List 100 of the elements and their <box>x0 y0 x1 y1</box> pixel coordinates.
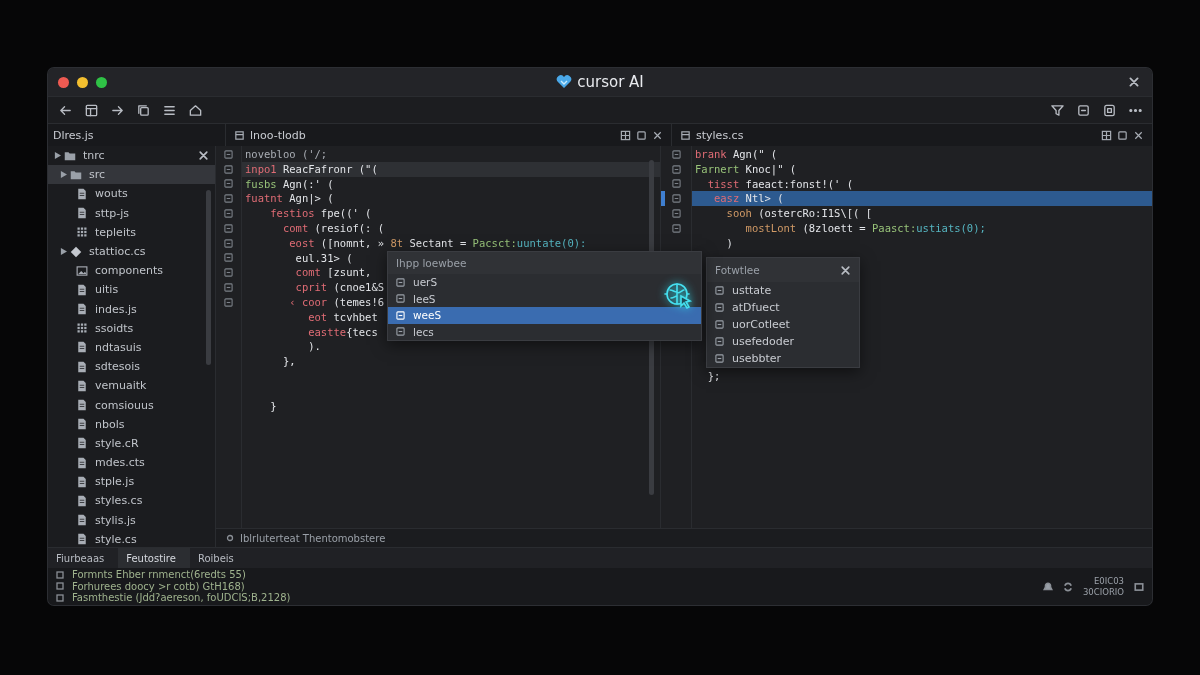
square-icon <box>715 303 724 312</box>
output-line: Fasmthestie (Jdd?aereson, foUDCIS;B,2128) <box>72 592 291 604</box>
code-line: eost ([nomnt, » 8t Sectant = Pacsct:uuntate(0): <box>288 236 587 249</box>
status-text: E0IC03 <box>1092 575 1124 587</box>
square-icon[interactable] <box>1134 581 1144 592</box>
tree-item-label: indes.js <box>95 302 137 316</box>
grid-icon <box>76 226 88 239</box>
close-icon[interactable] <box>198 150 209 162</box>
split-icon[interactable] <box>1101 129 1112 141</box>
suggestion-item[interactable]: usttate <box>707 282 859 299</box>
tree-item-label: style.cs <box>95 532 137 546</box>
tree-item-label: stple.js <box>95 475 135 489</box>
tree-item-label: vemuaitk <box>95 379 147 393</box>
caret-icon[interactable] <box>60 171 67 179</box>
code-line: tisst faeact:fonst!(' ( <box>706 177 854 190</box>
panel-tab[interactable]: Feutostire <box>118 548 190 568</box>
tree-item-label: tepleits <box>95 225 136 239</box>
close-icon[interactable] <box>840 264 851 276</box>
file-icon <box>76 379 88 392</box>
suggestion-item[interactable]: uorCotleet <box>707 316 859 333</box>
tree-item[interactable]: tnrc <box>48 146 215 166</box>
tree-item[interactable]: style.cs <box>48 529 215 547</box>
tree-item-label: tnrc <box>83 149 105 163</box>
file-icon <box>76 187 88 200</box>
window-title: cursor AI <box>577 73 644 91</box>
tree-item[interactable]: tepleits <box>48 222 215 242</box>
file-icon <box>234 129 245 141</box>
tree-item[interactable]: stple.js <box>48 472 215 492</box>
caret-icon[interactable] <box>54 152 61 160</box>
scrollbar[interactable] <box>206 190 211 365</box>
close-window-button[interactable] <box>58 76 69 88</box>
heart-logo-icon <box>556 75 573 89</box>
panel-tab[interactable]: Roibeis <box>189 548 248 568</box>
tree-item[interactable]: stylis.js <box>48 510 215 530</box>
tree-item[interactable]: stattioc.cs <box>48 241 215 262</box>
split-icon[interactable] <box>620 129 631 141</box>
tree-item[interactable]: nbols <box>48 414 215 434</box>
suggestion-item[interactable]: weeS <box>388 307 701 324</box>
sidebar-title: Dlres.js <box>53 128 94 142</box>
close-icon[interactable] <box>1133 129 1144 141</box>
suggestion-item[interactable]: lecs <box>388 323 701 340</box>
popup-title: Ihpp loewbee <box>396 257 467 269</box>
file-icon <box>76 303 88 316</box>
code-line: fusbs Agn(:' ( <box>245 177 334 190</box>
code-line: comt (resiof(: ( <box>281 222 385 234</box>
status-text: Iblrluterteat Thentomobstere <box>240 532 386 544</box>
tree-item[interactable]: components <box>48 261 215 281</box>
output-line: Formnts Ehber rnmenct(6redts 55) <box>72 569 246 581</box>
maximize-button[interactable] <box>96 76 107 88</box>
tree-item[interactable]: sdtesois <box>48 357 215 377</box>
tree-item[interactable]: indes.js <box>48 299 215 319</box>
file-icon <box>76 341 88 354</box>
square-icon[interactable] <box>636 129 647 141</box>
tree-item[interactable]: ndtasuis <box>48 337 215 358</box>
code-line: sooh (ostercRo:I1S\[( [ <box>725 207 872 220</box>
tree-item-label: sdtesois <box>95 360 141 374</box>
file-icon <box>76 437 88 450</box>
tree-item[interactable]: vemuaitk <box>48 376 215 396</box>
code-line: brank Agn(" ( <box>695 148 778 160</box>
minimize-button[interactable] <box>77 76 88 88</box>
code-line: ) <box>725 236 733 249</box>
suggestion-item[interactable]: uerS <box>388 274 701 291</box>
close-icon[interactable] <box>652 129 663 141</box>
suggestion-item[interactable]: usebbter <box>707 350 859 367</box>
suggestion-item[interactable]: atDfuect <box>707 299 859 316</box>
editor-tab[interactable]: styles.cs <box>680 128 1096 142</box>
status-text: 30CIORIO <box>1082 586 1124 598</box>
square-icon <box>715 337 724 346</box>
tree-item-label: mdes.cts <box>95 456 145 470</box>
tree-item[interactable]: uitis <box>48 280 215 300</box>
caret-icon[interactable] <box>60 248 67 256</box>
suggestion-item[interactable]: leeS <box>388 290 701 307</box>
panel-tab[interactable]: Fiurbeaas <box>48 548 119 568</box>
tree-item[interactable]: sttp-js <box>48 203 215 223</box>
close-icon[interactable] <box>1126 76 1142 88</box>
bell-icon[interactable] <box>1042 581 1053 592</box>
sync-icon[interactable] <box>1062 581 1073 592</box>
tree-item[interactable]: src <box>48 165 215 185</box>
square-icon <box>715 354 724 363</box>
file-icon <box>76 283 88 296</box>
tree-item[interactable]: ssoidts <box>48 318 215 338</box>
code-line: eul.31> ( <box>294 251 353 264</box>
editor-tab[interactable]: lnoo-tlodb <box>234 128 615 142</box>
code-line: ‹ coor (temes!6 <box>288 295 385 308</box>
tree-item[interactable]: wouts <box>48 184 215 204</box>
tree-item[interactable]: comsiouus <box>48 395 215 415</box>
code-line: easz Ntl> ( <box>712 192 784 205</box>
tree-item[interactable]: mdes.cts <box>48 453 215 473</box>
code-line: novebloo ('/; <box>245 148 328 160</box>
diamond-icon <box>70 245 82 258</box>
folder-icon <box>70 168 82 181</box>
file-icon <box>76 399 88 412</box>
tree-item-label: comsiouus <box>95 398 154 412</box>
file-icon <box>76 475 88 488</box>
suggestion-item[interactable]: usefedoder <box>707 333 859 350</box>
square-icon[interactable] <box>1117 129 1128 141</box>
square-icon <box>396 327 405 337</box>
tree-item-label: ssoidts <box>95 321 134 335</box>
tree-item[interactable]: styles.cs <box>48 491 215 511</box>
tree-item[interactable]: style.cR <box>48 433 215 453</box>
